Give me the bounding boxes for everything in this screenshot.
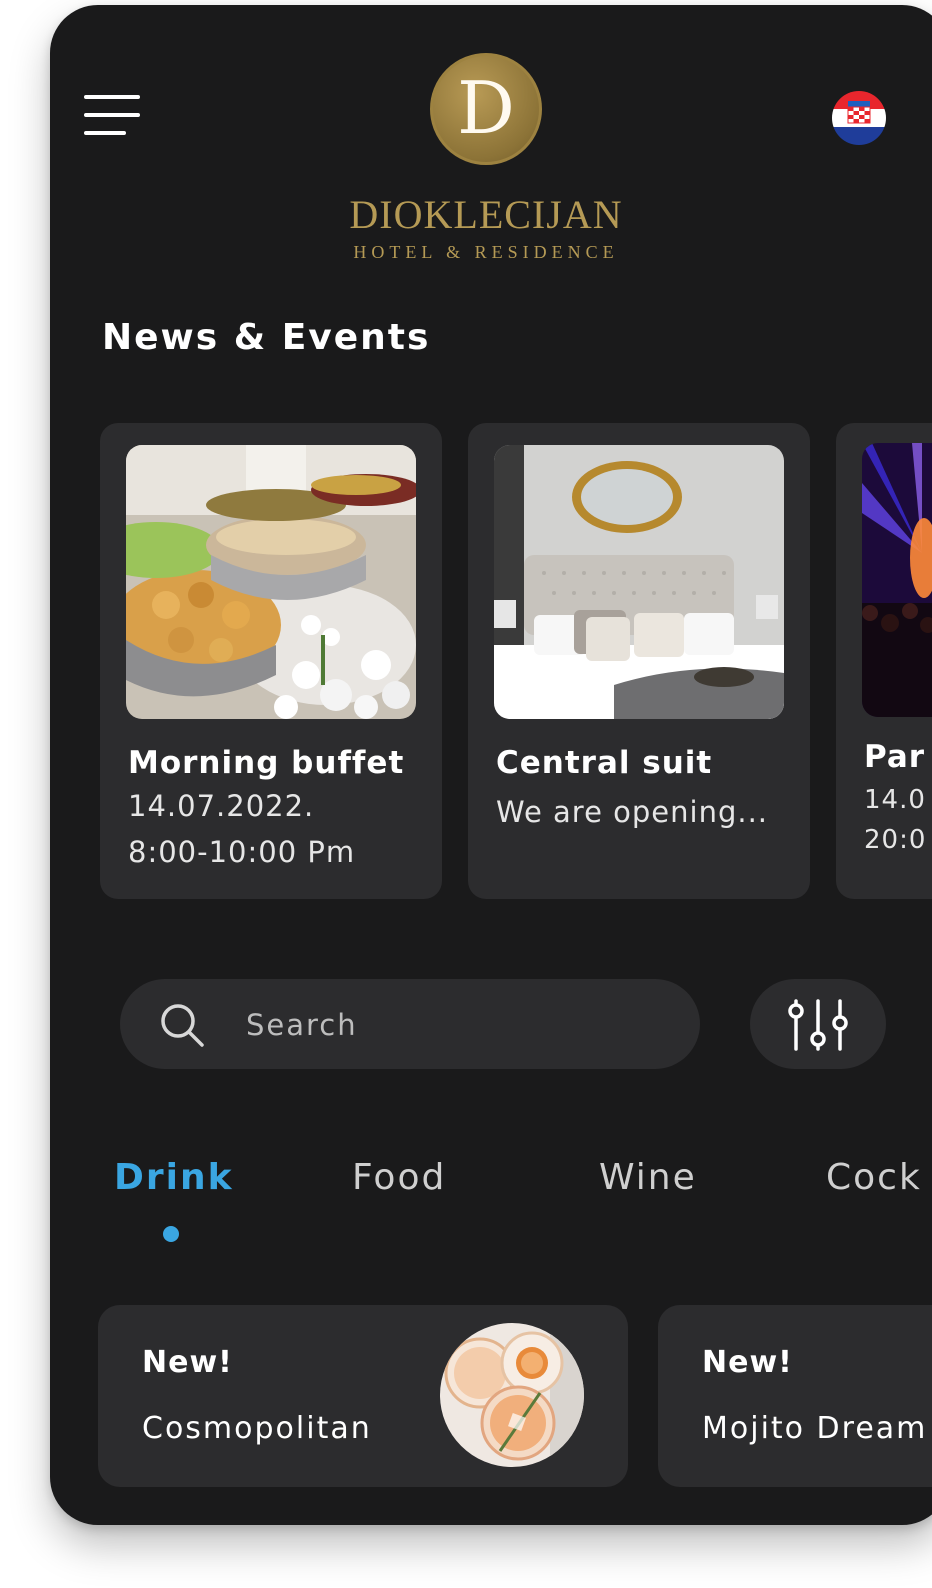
tab-cocktails[interactable]: Cock xyxy=(826,1157,922,1198)
tab-wine[interactable]: Wine xyxy=(599,1157,697,1198)
section-title: News & Events xyxy=(102,317,431,358)
event-time: 8:00-10:00 Pm xyxy=(128,835,356,869)
logo-letter: D xyxy=(457,66,515,150)
event-time: 20:0 xyxy=(864,825,927,855)
search-bar[interactable] xyxy=(120,979,700,1069)
event-title: Central suit xyxy=(496,745,713,781)
hotel-logo: D xyxy=(430,53,542,165)
new-badge: New! xyxy=(142,1345,233,1380)
drink-name: Cosmopolitan xyxy=(142,1411,372,1446)
suite-image xyxy=(494,445,784,719)
new-badge: New! xyxy=(702,1345,793,1380)
event-description: We are opening... xyxy=(496,795,769,829)
hamburger-menu-icon[interactable] xyxy=(84,95,142,139)
drink-card[interactable]: New! Cosmopolitan xyxy=(98,1305,628,1487)
croatia-flag-icon[interactable] xyxy=(832,91,886,145)
brand-name: DIOKLECIJAN xyxy=(349,192,623,237)
event-title: Par xyxy=(864,739,926,775)
drink-card[interactable]: New! Mojito Dream xyxy=(658,1305,932,1487)
event-date: 14.0 xyxy=(864,785,926,815)
filter-sliders-icon xyxy=(788,999,848,1051)
brand-subtitle: HOTEL & RESIDENCE xyxy=(353,242,619,262)
search-input[interactable] xyxy=(244,1001,668,1049)
party-image xyxy=(862,443,932,717)
cocktail-image xyxy=(440,1323,584,1467)
tab-drink[interactable]: Drink xyxy=(114,1157,234,1198)
buffet-image xyxy=(126,445,416,719)
event-date: 14.07.2022. xyxy=(128,789,315,823)
filter-button[interactable] xyxy=(750,979,886,1069)
active-tab-indicator xyxy=(163,1226,179,1242)
event-card[interactable]: Par 14.0 20:0 xyxy=(836,423,932,899)
app-screen: D DIOKLECIJAN HOTEL & RESIDENCE News & E… xyxy=(50,5,932,1525)
event-card[interactable]: Morning buffet 14.07.2022. 8:00-10:00 Pm xyxy=(100,423,442,899)
event-card[interactable]: Central suit We are opening... xyxy=(468,423,810,899)
search-icon xyxy=(161,1004,204,1047)
tab-food[interactable]: Food xyxy=(352,1157,446,1198)
event-title: Morning buffet xyxy=(128,745,405,781)
drink-name: Mojito Dream xyxy=(702,1411,928,1446)
